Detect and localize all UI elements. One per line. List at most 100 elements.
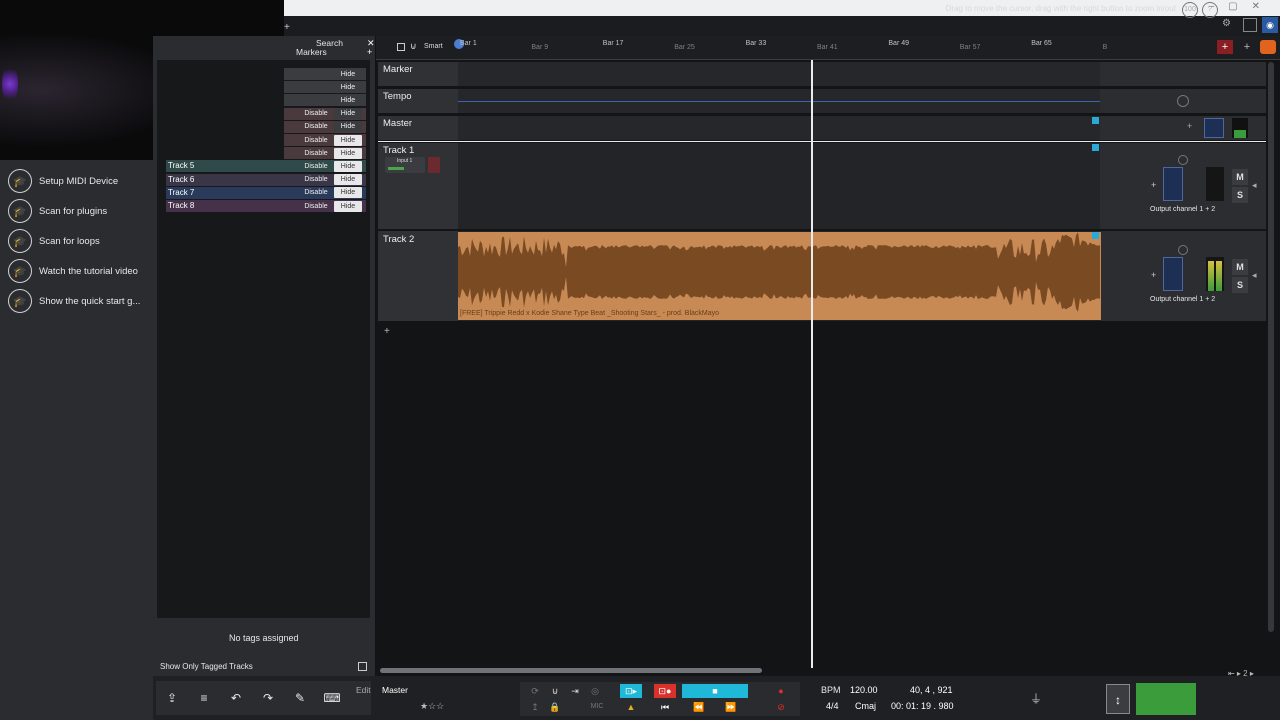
arrow-icon[interactable]: ↥ [528, 700, 542, 714]
zoom-controls[interactable]: ⇤ ▸ 2 ▸ [1228, 669, 1254, 678]
sidebar-item-scan-plugins[interactable]: 🎓 Scan for plugins [8, 198, 107, 224]
knob-icon[interactable] [1177, 95, 1189, 107]
sidebar-item-tutorial-video[interactable]: 🎓 Watch the tutorial video [8, 258, 138, 284]
vertical-scrollbar[interactable] [1268, 62, 1274, 632]
master-lane[interactable] [458, 116, 1100, 140]
speaker-icon[interactable]: ◂ [1252, 180, 1257, 191]
marker-lane[interactable] [458, 62, 1100, 86]
tag-row-name[interactable]: Track 6 [166, 173, 301, 186]
tag-hide-button[interactable]: Hide [334, 121, 362, 133]
position-value[interactable]: 40, 4 , 921 [910, 685, 953, 695]
plus-icon[interactable]: + [1187, 121, 1192, 131]
add-track-icon[interactable]: + [384, 326, 390, 337]
track1-arm-button[interactable] [428, 157, 440, 173]
rewind-button[interactable]: ⏪ [688, 700, 710, 714]
magnet-icon[interactable]: ⊍ [410, 41, 417, 52]
stop-button[interactable]: ■ [682, 684, 748, 698]
record-button[interactable]: ● [770, 684, 792, 698]
undo-icon[interactable]: ↶ [226, 688, 246, 708]
tag-hide-button[interactable]: Hide [334, 200, 362, 212]
audio-clip[interactable] [458, 232, 1101, 320]
fast-forward-button[interactable]: ⏩ [720, 700, 742, 714]
export-icon[interactable]: ⇪ [162, 688, 182, 708]
show-only-tagged-checkbox[interactable] [358, 662, 367, 671]
tag-disable-button[interactable]: Disable [301, 148, 331, 159]
tag-disable-button[interactable]: Disable [301, 135, 331, 146]
master-fader[interactable] [1204, 118, 1224, 138]
tag-hide-button[interactable]: Hide [334, 94, 362, 106]
track2-mute-button[interactable]: M [1232, 259, 1248, 275]
tempo-line[interactable] [458, 101, 1100, 102]
edit-target[interactable]: Master [382, 685, 408, 695]
fullscreen-icon[interactable] [1243, 18, 1257, 32]
track1-fader[interactable] [1163, 167, 1183, 201]
track2-fader[interactable] [1163, 257, 1183, 291]
punch-icon[interactable]: ⇥ [568, 684, 582, 698]
playhead[interactable] [811, 60, 813, 668]
keyboard-icon[interactable]: ⌨ [322, 688, 342, 708]
key-value[interactable]: Cmaj [855, 701, 876, 711]
plus-icon[interactable]: + [1151, 270, 1156, 280]
bpm-value[interactable]: 120.00 [850, 685, 878, 695]
tag-hide-button[interactable]: Hide [334, 68, 362, 80]
wrench-icon[interactable]: ✎ [290, 688, 310, 708]
tag-hide-button[interactable]: Hide [334, 187, 362, 199]
menu-icon[interactable]: ≡ [194, 688, 214, 708]
tag-hide-button[interactable]: Hide [334, 174, 362, 186]
snap-mode[interactable]: Smart [424, 43, 443, 50]
tag-disable-button[interactable]: Disable [301, 161, 331, 172]
tag-hide-button[interactable]: Hide [334, 81, 362, 93]
warning-icon[interactable]: ▲ [624, 700, 638, 714]
tag-row-name[interactable]: Track 7 [166, 186, 301, 199]
tag-row-name[interactable]: Track 5 [166, 160, 301, 173]
help-icon[interactable]: ? [1202, 2, 1218, 18]
sidebar-item-scan-loops[interactable]: 🎓 Scan for loops [8, 228, 100, 254]
markers-label[interactable]: Markers [296, 47, 327, 57]
playback-mode-button[interactable]: ⊡▸ [620, 684, 642, 698]
sidebar-item-quick-start[interactable]: 🎓 Show the quick start g... [8, 288, 140, 314]
automation-icon[interactable] [1092, 144, 1099, 151]
loop-icon[interactable]: ⟳ [528, 684, 542, 698]
time-value[interactable]: 00: 01: 19 . 980 [891, 701, 954, 711]
lock-icon[interactable]: 🔒 [548, 700, 562, 714]
track2-output[interactable]: Output channel 1 + 2 [1150, 296, 1215, 303]
plus-icon[interactable]: + [284, 22, 290, 33]
settings-icon[interactable]: ⚙ [1222, 18, 1231, 29]
add-track-button[interactable]: + [1217, 40, 1233, 54]
tag-hide-button[interactable]: Hide [334, 147, 362, 159]
mic-label[interactable]: MIC [588, 700, 606, 714]
go-to-start-button[interactable]: ⏮ [654, 700, 676, 714]
track1-solo-button[interactable]: S [1232, 187, 1248, 203]
eye-icon[interactable]: ◉ [1262, 17, 1278, 33]
tag-disable-button[interactable]: Disable [301, 121, 331, 132]
track1-input-select[interactable]: Input 1 [385, 157, 425, 173]
tag-disable-button[interactable]: Disable [301, 187, 331, 198]
zoom-indicator[interactable]: 100 [1182, 2, 1198, 18]
window-controls[interactable]: –▢✕ [1209, 1, 1274, 12]
tag-hide-button[interactable]: Hide [334, 134, 362, 146]
tag-disable-button[interactable]: Disable [301, 174, 331, 185]
tag-hide-button[interactable]: Hide [334, 108, 362, 120]
horizontal-scrollbar[interactable] [380, 668, 762, 673]
tag-disable-button[interactable]: Disable [301, 108, 331, 119]
redo-icon[interactable]: ↷ [258, 688, 278, 708]
tag-row-name[interactable]: Track 8 [166, 200, 301, 212]
speaker-icon[interactable]: ◂ [1252, 270, 1257, 281]
sidebar-item-setup-midi[interactable]: 🎓 Setup MIDI Device [8, 168, 118, 194]
automation-icon[interactable] [1092, 117, 1099, 124]
pan-knob[interactable] [1178, 245, 1188, 255]
track1-lane[interactable] [458, 143, 1100, 229]
plug-icon[interactable]: ⏚ [1030, 690, 1042, 707]
track1-output[interactable]: Output channel 1 + 2 [1150, 206, 1215, 213]
star-icon[interactable]: ★☆☆ [420, 701, 444, 712]
record-arm-icon[interactable] [1260, 40, 1276, 54]
track2-solo-button[interactable]: S [1232, 277, 1248, 293]
loop-icon[interactable] [397, 43, 405, 51]
magnet-icon[interactable]: ⊍ [548, 684, 562, 698]
tag-disable-button[interactable]: Disable [301, 201, 331, 212]
input-monitor-icon[interactable]: ↕ [1106, 684, 1130, 714]
punch-record-icon[interactable]: ⊘ [770, 700, 792, 714]
tag-hide-button[interactable]: Hide [334, 160, 362, 172]
time-signature[interactable]: 4/4 [826, 701, 839, 711]
add-icon[interactable]: + [1240, 40, 1254, 54]
